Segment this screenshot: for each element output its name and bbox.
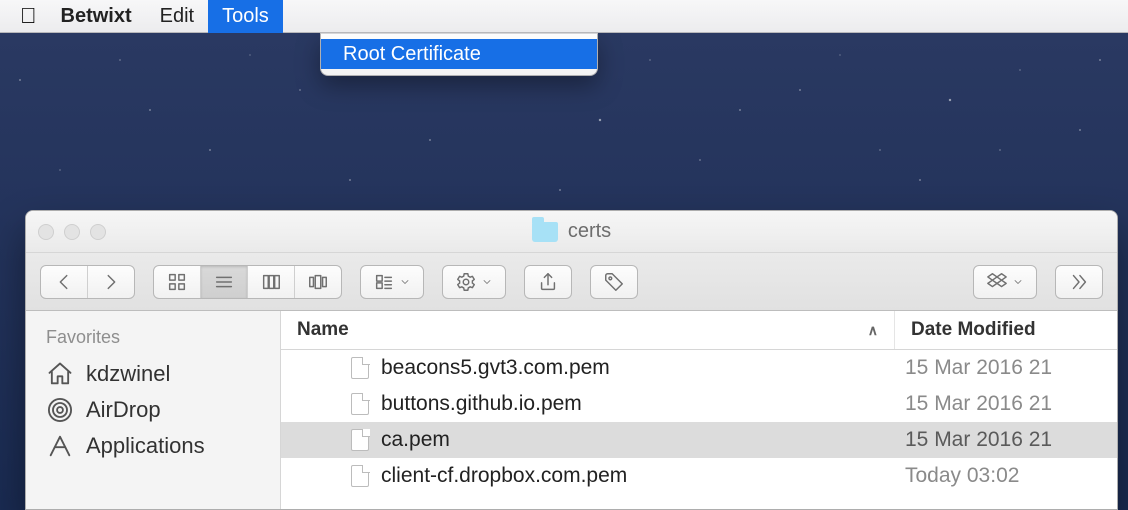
tag-icon: [603, 271, 625, 293]
file-date: Today 03:02: [895, 464, 1117, 488]
window-title: certs: [568, 220, 611, 243]
icon-view-button[interactable]: [154, 266, 201, 298]
list-icon: [213, 271, 235, 293]
minimize-button[interactable]: [64, 224, 80, 240]
table-row[interactable]: ca.pem 15 Mar 2016 21: [281, 422, 1117, 458]
chevron-down-icon: [481, 276, 493, 288]
app-name[interactable]: Betwixt: [61, 0, 146, 33]
finder-window: certs: [25, 210, 1118, 510]
finder-toolbar: [26, 253, 1117, 311]
table-row[interactable]: client-cf.dropbox.com.pem Today 03:02: [281, 458, 1117, 494]
sidebar-item-home[interactable]: kdzwinel: [26, 356, 280, 392]
table-row[interactable]: beacons5.gvt3.com.pem 15 Mar 2016 21: [281, 350, 1117, 386]
tags-button[interactable]: [590, 265, 638, 299]
file-list-pane: Name ∧ Date Modified beacons5.gvt3.com.p…: [281, 311, 1117, 509]
sidebar-item-applications[interactable]: Applications: [26, 428, 280, 464]
forward-button[interactable]: [88, 266, 134, 298]
menubar-item-tools[interactable]: Tools: [208, 0, 283, 33]
file-date: 15 Mar 2016 21: [895, 356, 1117, 380]
share-icon: [537, 271, 559, 293]
column-view-button[interactable]: [248, 266, 295, 298]
zoom-button[interactable]: [90, 224, 106, 240]
file-icon: [351, 465, 369, 487]
finder-titlebar[interactable]: certs: [26, 211, 1117, 253]
sidebar-item-airdrop[interactable]: AirDrop: [26, 392, 280, 428]
file-icon: [351, 393, 369, 415]
double-chevron-right-icon: [1068, 271, 1090, 293]
file-name: beacons5.gvt3.com.pem: [381, 356, 610, 380]
sidebar-item-label: Applications: [86, 433, 205, 459]
sidebar-item-label: AirDrop: [86, 397, 161, 423]
chevron-down-icon: [1012, 276, 1024, 288]
column-name-label: Name: [297, 319, 349, 341]
list-view-button[interactable]: [201, 266, 248, 298]
coverflow-view-button[interactable]: [295, 266, 341, 298]
chevron-down-icon: [399, 276, 411, 288]
close-button[interactable]: [38, 224, 54, 240]
sidebar-section-header: Favorites: [26, 323, 280, 356]
columns-icon: [260, 271, 282, 293]
grid-icon: [166, 271, 188, 293]
arrange-icon: [373, 271, 395, 293]
apple-menu-icon[interactable]: : [20, 5, 37, 27]
toolbar-overflow-button[interactable]: [1055, 265, 1103, 299]
column-name[interactable]: Name ∧: [281, 311, 895, 349]
file-name: buttons.github.io.pem: [381, 392, 582, 416]
view-mode-buttons: [153, 265, 342, 299]
nav-buttons: [40, 265, 135, 299]
gear-icon: [455, 271, 477, 293]
gallery-icon: [307, 271, 329, 293]
table-row[interactable]: buttons.github.io.pem 15 Mar 2016 21: [281, 386, 1117, 422]
chevron-right-icon: [100, 271, 122, 293]
folder-icon: [532, 222, 558, 242]
column-date-label: Date Modified: [911, 319, 1036, 341]
action-button[interactable]: [442, 265, 506, 299]
airdrop-icon: [46, 396, 74, 424]
column-headers: Name ∧ Date Modified: [281, 311, 1117, 350]
arrange-button[interactable]: [360, 265, 424, 299]
file-date: 15 Mar 2016 21: [895, 392, 1117, 416]
sidebar-item-label: kdzwinel: [86, 361, 170, 387]
menubar:  Betwixt Edit Tools: [0, 0, 1128, 33]
file-rows-container: beacons5.gvt3.com.pem15 Mar 2016 21butto…: [281, 350, 1117, 494]
dropbox-button[interactable]: [973, 265, 1037, 299]
tools-menu-dropdown: Root Certificate: [320, 33, 598, 76]
applications-icon: [46, 432, 74, 460]
file-date: 15 Mar 2016 21: [895, 428, 1117, 452]
menubar-item-edit[interactable]: Edit: [146, 0, 208, 33]
dropbox-icon: [986, 271, 1008, 293]
column-date-modified[interactable]: Date Modified: [895, 311, 1117, 349]
file-icon: [351, 429, 369, 451]
file-name: ca.pem: [381, 428, 450, 452]
sort-asc-icon: ∧: [868, 322, 878, 339]
finder-sidebar: Favorites kdzwinel AirDrop Applications: [26, 311, 281, 509]
file-name: client-cf.dropbox.com.pem: [381, 464, 627, 488]
file-icon: [351, 357, 369, 379]
back-button[interactable]: [41, 266, 88, 298]
share-button[interactable]: [524, 265, 572, 299]
home-icon: [46, 360, 74, 388]
chevron-left-icon: [53, 271, 75, 293]
menu-item-root-certificate[interactable]: Root Certificate: [321, 39, 597, 69]
